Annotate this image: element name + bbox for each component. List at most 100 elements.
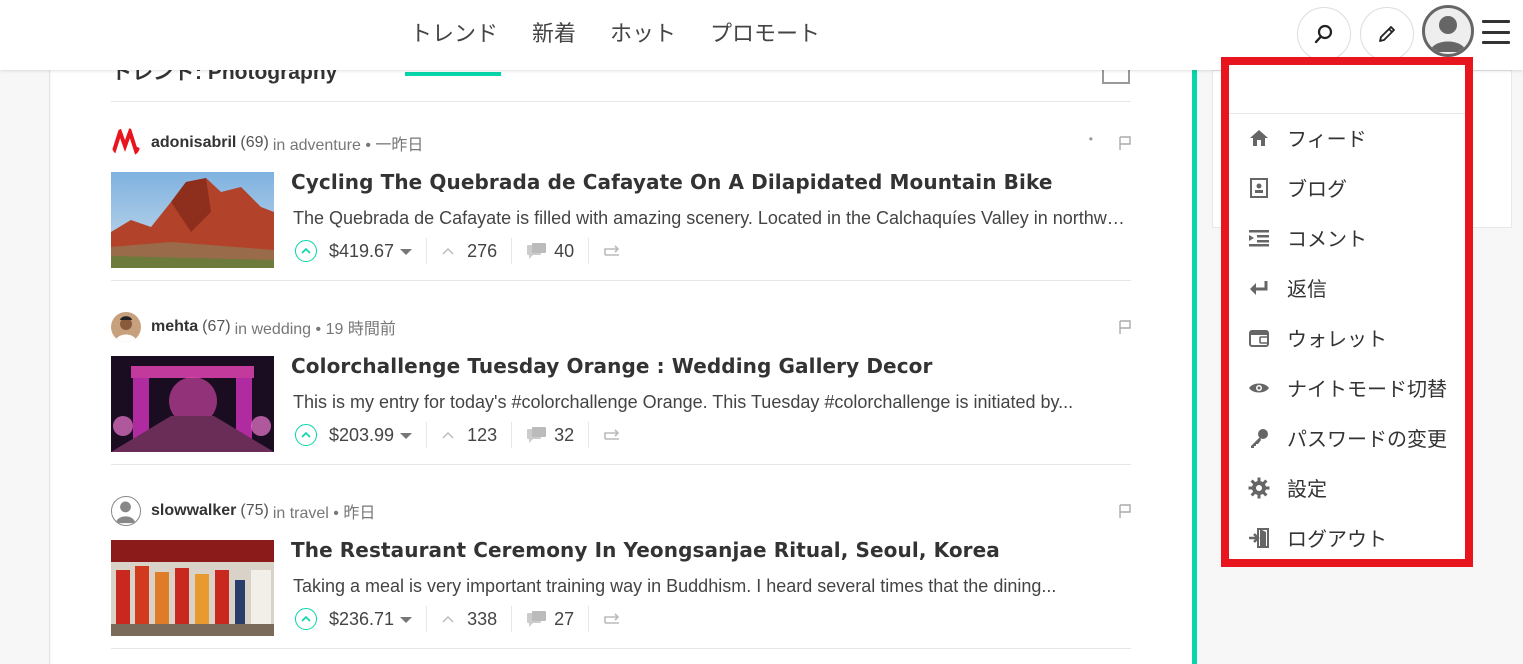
vote-count[interactable]: 123 (467, 425, 497, 446)
post-stats: $419.67 276 40 (295, 238, 623, 264)
post-list-panel: トレンド: Photography adonisabril (69) in ad… (51, 61, 1192, 664)
post-summary[interactable]: This is my entry for today's #colorchall… (293, 392, 1131, 413)
flag-icon[interactable] (1119, 504, 1131, 518)
pencil-icon (1379, 26, 1395, 42)
nav-new[interactable]: 新着 (532, 16, 576, 48)
chevron-up-icon[interactable] (441, 613, 455, 625)
post-meta: slowwalker (75) in travel • 昨日 (111, 496, 375, 526)
divider (111, 101, 1131, 102)
caret-down-icon[interactable] (400, 617, 413, 623)
home-icon (1247, 126, 1271, 150)
post-category-time[interactable]: in wedding • 19 時間前 (235, 315, 396, 339)
nav-trending[interactable]: トレンド (410, 16, 498, 48)
vote-count[interactable]: 338 (467, 609, 497, 630)
menu-item-wallet[interactable]: ウォレット (1247, 323, 1387, 352)
menu-item-label: ウォレット (1287, 327, 1387, 351)
menu-item-feed[interactable]: フィード (1247, 123, 1367, 152)
menu-toggle-button[interactable] (1482, 20, 1510, 44)
gear-icon (1247, 476, 1271, 500)
dropdown-header (1229, 65, 1465, 114)
nav-hot[interactable]: ホット (610, 16, 676, 48)
post-summary[interactable]: The Quebrada de Cafayate is filled with … (293, 208, 1131, 229)
comment-icon[interactable] (526, 610, 548, 628)
post-meta: mehta (67) in wedding • 19 時間前 (111, 312, 396, 342)
nav-promoted[interactable]: プロモート (710, 16, 820, 48)
hamburger-line (1482, 30, 1510, 34)
chevron-up-icon[interactable] (441, 245, 455, 257)
payout-value[interactable]: $419.67 (329, 241, 394, 262)
divider (426, 238, 428, 264)
divider (111, 648, 1131, 649)
reblog-icon[interactable] (603, 611, 623, 627)
menu-item-replies[interactable]: 返信 (1247, 273, 1327, 302)
menu-item-label: 設定 (1287, 477, 1327, 501)
avatar-icon (1430, 16, 1466, 52)
author-reputation: (67) (202, 318, 231, 335)
main-nav: トレンド 新着 ホット プロモート (410, 16, 820, 48)
post-stats: $203.99 123 32 (295, 422, 623, 448)
user-avatar-button[interactable] (1422, 5, 1474, 57)
post-title[interactable]: Colorchallenge Tuesday Orange : Wedding … (291, 354, 932, 378)
hamburger-line (1482, 41, 1510, 44)
section-title-underline (405, 72, 501, 76)
post-thumbnail[interactable] (111, 356, 274, 452)
post-category-time[interactable]: in travel • 昨日 (273, 499, 376, 523)
comment-icon[interactable] (526, 242, 548, 260)
menu-item-settings[interactable]: 設定 (1247, 473, 1327, 502)
reblog-icon[interactable] (603, 243, 623, 259)
post-item: mehta (67) in wedding • 19 時間前 Colorchal… (111, 312, 1131, 462)
key-icon (1247, 426, 1271, 450)
post-thumbnail[interactable] (111, 172, 274, 268)
upvote-button[interactable] (295, 240, 317, 262)
post-meta: adonisabril (69) in adventure • 一昨日 (111, 128, 423, 158)
reply-icon (1247, 276, 1271, 300)
upvote-button[interactable] (295, 608, 317, 630)
vote-count[interactable]: 276 (467, 241, 497, 262)
payout-value[interactable]: $203.99 (329, 425, 394, 446)
flag-icon[interactable] (1119, 320, 1131, 334)
caret-down-icon[interactable] (400, 433, 413, 439)
comment-count[interactable]: 40 (554, 241, 574, 262)
author-avatar[interactable] (111, 312, 141, 342)
layout-toggle-icon[interactable] (1102, 70, 1130, 84)
divider (511, 422, 513, 448)
hamburger-line (1482, 20, 1510, 23)
author-name[interactable]: slowwalker (151, 502, 236, 520)
author-name[interactable]: mehta (151, 318, 198, 336)
post-item: slowwalker (75) in travel • 昨日 The Resta… (111, 496, 1131, 646)
post-thumbnail[interactable] (111, 540, 274, 636)
post-category-time[interactable]: in adventure • 一昨日 (273, 131, 424, 155)
author-name[interactable]: adonisabril (151, 134, 236, 152)
author-reputation: (69) (240, 134, 269, 151)
author-avatar[interactable] (111, 128, 141, 158)
upvote-button[interactable] (295, 424, 317, 446)
post-title[interactable]: Cycling The Quebrada de Cafayate On A Di… (291, 170, 1053, 194)
post-title[interactable]: The Restaurant Ceremony In Yeongsanjae R… (291, 538, 1000, 562)
chevron-up-icon (301, 615, 311, 622)
menu-item-change-password[interactable]: パスワードの変更 (1247, 423, 1447, 452)
comment-count[interactable]: 32 (554, 425, 574, 446)
chevron-up-icon (301, 247, 311, 254)
search-button[interactable] (1297, 7, 1351, 61)
menu-item-label: パスワードの変更 (1287, 427, 1447, 451)
comment-icon[interactable] (526, 426, 548, 444)
divider (588, 422, 590, 448)
menu-item-blog[interactable]: ブログ (1247, 173, 1347, 202)
flag-icon[interactable] (1119, 136, 1131, 150)
user-dropdown-menu: フィード ブログ コメント 返信 ウォレット ナイトモード切替 パスワードの変更… (1221, 57, 1473, 567)
menu-item-comments[interactable]: コメント (1247, 223, 1367, 252)
author-avatar[interactable] (111, 496, 141, 526)
menu-item-logout[interactable]: ログアウト (1247, 523, 1387, 552)
caret-down-icon[interactable] (400, 249, 413, 255)
chevron-up-icon[interactable] (441, 429, 455, 441)
compose-button[interactable] (1360, 7, 1414, 61)
search-icon (1314, 24, 1333, 44)
menu-item-night-mode[interactable]: ナイトモード切替 (1247, 373, 1447, 402)
reblog-icon[interactable] (603, 427, 623, 443)
comment-count[interactable]: 27 (554, 609, 574, 630)
post-summary[interactable]: Taking a meal is very important training… (293, 576, 1131, 597)
eye-icon (1247, 376, 1271, 400)
payout-value[interactable]: $236.71 (329, 609, 394, 630)
divider (111, 464, 1131, 465)
post-item: adonisabril (69) in adventure • 一昨日 • Cy… (111, 128, 1131, 278)
